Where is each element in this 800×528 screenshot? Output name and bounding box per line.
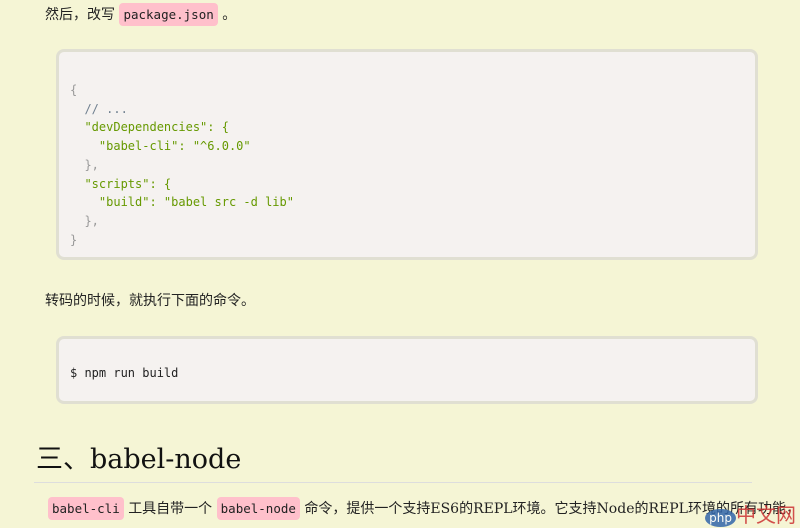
php-logo-icon: php <box>705 509 736 527</box>
code-line: }, <box>70 213 99 228</box>
code-line: { <box>70 83 78 97</box>
code-line: "babel-cli": "^6.0.0" <box>70 139 251 154</box>
section-heading: 三、babel-node <box>36 444 242 475</box>
intro-text: 然后，改写 <box>45 7 115 23</box>
code-line: "devDependencies": { <box>70 120 229 135</box>
code-block-package-json: { // ... "devDependencies": { "babel-cli… <box>56 49 758 260</box>
intro-paragraph: 然后，改写 package.json 。 <box>45 3 236 27</box>
watermark-logo: php 中文网 <box>705 499 796 528</box>
paragraph: babel-cli 工具自带一个 babel-node 命令，提供一个支持ES6… <box>48 497 800 521</box>
inline-code: babel-node <box>216 497 300 520</box>
code-line: }, <box>70 157 99 172</box>
code-block-command: $ npm run build <box>56 336 758 404</box>
intro-end: 。 <box>222 7 237 23</box>
inline-code: babel-cli <box>48 497 124 520</box>
code-line: // ... <box>70 101 128 116</box>
inline-code: package.json <box>119 3 218 26</box>
heading-divider <box>34 482 752 483</box>
text: 工具自带一个 <box>128 501 213 517</box>
code-line: "build": "babel src -d lib" <box>70 195 294 210</box>
code-line: "scripts": { <box>70 176 172 191</box>
code-line: } <box>70 232 78 247</box>
watermark-text: 中文网 <box>736 503 796 527</box>
paragraph: 转码的时候，就执行下面的命令。 <box>45 293 255 309</box>
